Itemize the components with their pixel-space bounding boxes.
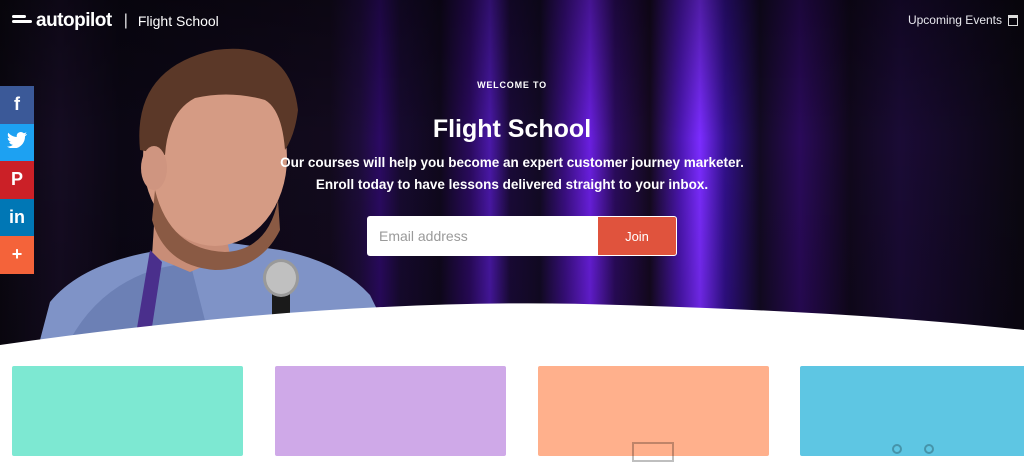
course-card-1[interactable] bbox=[12, 366, 243, 456]
join-button[interactable]: Join bbox=[597, 216, 677, 256]
hero-description-line-2: Enroll today to have lessons delivered s… bbox=[315, 177, 709, 192]
upcoming-events-label: Upcoming Events bbox=[907, 13, 1002, 27]
hero-eyebrow: WELCOME TO bbox=[477, 80, 547, 90]
top-navigation: autopilot | Flight School Upcoming Event… bbox=[0, 0, 1024, 42]
hero-banner: autopilot | Flight School Upcoming Event… bbox=[0, 0, 1024, 345]
social-share-bar: f P in + bbox=[0, 86, 34, 274]
plus-icon: + bbox=[11, 244, 23, 265]
course-card-4[interactable] bbox=[800, 366, 1024, 456]
upcoming-events-link[interactable]: Upcoming Events bbox=[908, 13, 1018, 27]
calendar-icon bbox=[1008, 14, 1018, 26]
signup-form: Join bbox=[367, 216, 677, 256]
section-name: Flight School bbox=[137, 13, 219, 29]
facebook-share-button[interactable]: f bbox=[0, 86, 34, 124]
more-share-button[interactable]: + bbox=[0, 236, 34, 274]
brand-name: autopilot bbox=[36, 10, 112, 31]
email-input[interactable] bbox=[367, 216, 597, 256]
course-illustration-icon bbox=[632, 442, 674, 462]
linkedin-share-button[interactable]: in bbox=[0, 198, 34, 236]
hero-description: Our courses will help you become an expe… bbox=[0, 152, 1024, 196]
brand-separator: | bbox=[123, 12, 128, 29]
linkedin-icon: in bbox=[9, 206, 25, 227]
autopilot-logo-icon bbox=[12, 13, 32, 29]
course-card-3[interactable] bbox=[538, 366, 769, 462]
hero-description-line-1: Our courses will help you become an expe… bbox=[280, 155, 744, 170]
hero-title: Flight School bbox=[432, 115, 592, 143]
pinterest-share-button[interactable]: P bbox=[0, 161, 34, 199]
hero-wave-divider bbox=[0, 303, 1024, 345]
twitter-share-button[interactable] bbox=[0, 123, 34, 161]
course-card-2[interactable] bbox=[275, 366, 506, 456]
brand-logo[interactable]: autopilot | Flight School bbox=[12, 10, 219, 32]
facebook-icon: f bbox=[14, 94, 20, 115]
pinterest-icon: P bbox=[10, 169, 23, 190]
twitter-icon bbox=[7, 131, 27, 153]
